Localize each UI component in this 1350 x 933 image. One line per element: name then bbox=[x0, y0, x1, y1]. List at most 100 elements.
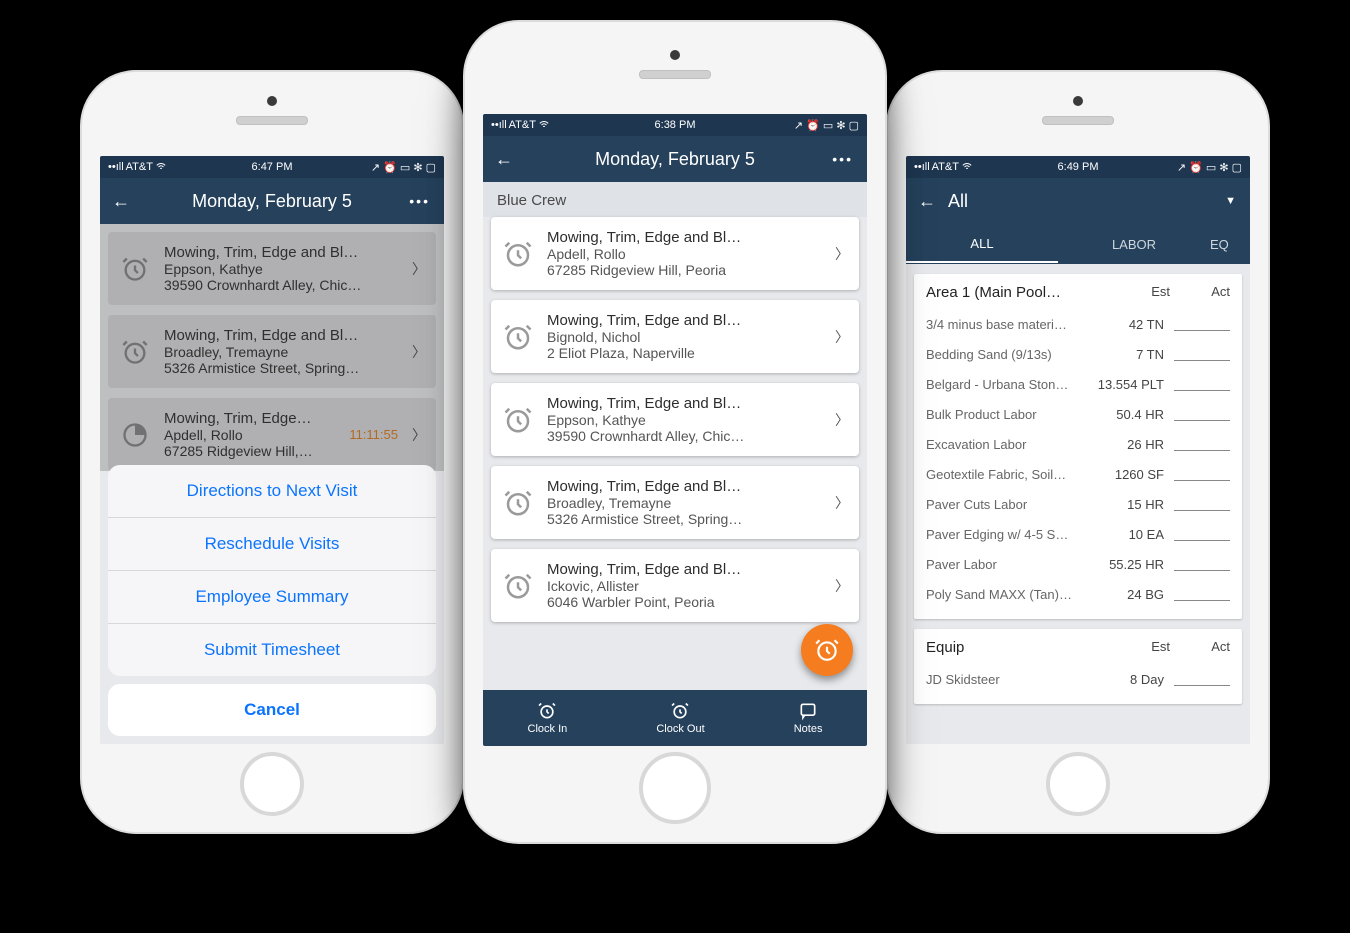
bottombar-notes-label: Notes bbox=[794, 723, 823, 735]
sheet-directions[interactable]: Directions to Next Visit bbox=[108, 465, 436, 518]
estimates-scroll[interactable]: Area 1 (Main Pool… Est Act 3/4 minus bas… bbox=[906, 264, 1250, 714]
back-icon[interactable]: ← bbox=[495, 149, 513, 170]
nav-header: ← Monday, February 5 ••• bbox=[483, 136, 867, 182]
screen: ••ıll AT&T 6:38 PM ↗ ⏰ ▭ ✻ ▢ ← Monday, F… bbox=[483, 114, 867, 746]
alarm-icon bbox=[501, 488, 535, 518]
estimate-row[interactable]: Excavation Labor26 HR bbox=[926, 429, 1230, 459]
estimate-row[interactable]: Paver Cuts Labor15 HR bbox=[926, 489, 1230, 519]
chevron-right-icon: 〉 bbox=[835, 244, 851, 264]
speaker-slot bbox=[1042, 116, 1114, 125]
home-button[interactable] bbox=[1046, 752, 1110, 816]
tab-bar: ALL LABOR EQ bbox=[906, 224, 1250, 264]
item-act-input[interactable] bbox=[1174, 408, 1230, 421]
item-act-input[interactable] bbox=[1174, 348, 1230, 361]
item-est: 10 EA bbox=[1090, 527, 1164, 542]
sheet-reschedule[interactable]: Reschedule Visits bbox=[108, 518, 436, 571]
job-card[interactable]: Mowing, Trim, Edge and Bl…Broadley, Trem… bbox=[491, 466, 859, 539]
item-act-input[interactable] bbox=[1174, 528, 1230, 541]
more-icon[interactable]: ••• bbox=[409, 193, 430, 209]
estimate-row[interactable]: 3/4 minus base materi…42 TN bbox=[926, 309, 1230, 339]
estimate-row[interactable]: Paver Labor55.25 HR bbox=[926, 549, 1230, 579]
job-card[interactable]: Mowing, Trim, Edge and Bl…Eppson, Kathye… bbox=[491, 383, 859, 456]
col-act: Act bbox=[1170, 639, 1230, 656]
dropdown-caret-icon[interactable]: ▼ bbox=[1225, 195, 1236, 207]
item-act-input[interactable] bbox=[1174, 498, 1230, 511]
job-list[interactable]: Mowing, Trim, Edge and Bl…Apdell, Rollo6… bbox=[483, 217, 867, 622]
estimate-row[interactable]: Poly Sand MAXX (Tan)…24 BG bbox=[926, 579, 1230, 609]
item-act-input[interactable] bbox=[1174, 558, 1230, 571]
more-icon[interactable]: ••• bbox=[832, 151, 853, 167]
tab-equipment[interactable]: EQ bbox=[1210, 227, 1250, 262]
bottombar-notes[interactable]: Notes bbox=[794, 701, 823, 735]
screen: ••ıll AT&T 6:47 PM ↗ ⏰ ▭ ✻ ▢ ← Monday, F… bbox=[100, 156, 444, 744]
item-est: 8 Day bbox=[1090, 672, 1164, 687]
alarm-icon bbox=[501, 322, 535, 352]
tab-labor[interactable]: LABOR bbox=[1058, 227, 1210, 262]
bottom-bar: Clock In Clock Out Notes bbox=[483, 690, 867, 746]
item-act-input[interactable] bbox=[1174, 588, 1230, 601]
home-button[interactable] bbox=[639, 752, 711, 824]
nav-header: ← All ▼ bbox=[906, 178, 1250, 224]
job-title: Mowing, Trim, Edge and Bl… bbox=[547, 395, 823, 412]
sheet-cancel[interactable]: Cancel bbox=[108, 684, 436, 736]
camera-dot bbox=[670, 50, 680, 60]
wifi-icon bbox=[961, 162, 973, 172]
job-card[interactable]: Mowing, Trim, Edge and Bl…Bignold, Nicho… bbox=[491, 300, 859, 373]
fab-clock[interactable] bbox=[801, 624, 853, 676]
status-indicators: ↗ ⏰ ▭ ✻ ▢ bbox=[371, 161, 436, 174]
tab-all[interactable]: ALL bbox=[906, 226, 1058, 263]
job-title: Mowing, Trim, Edge and Bl… bbox=[547, 229, 823, 246]
job-address: 67285 Ridgeview Hill, Peoria bbox=[547, 262, 823, 278]
item-name: JD Skidsteer bbox=[926, 672, 1090, 687]
estimate-row[interactable]: JD Skidsteer8 Day bbox=[926, 664, 1230, 694]
estimate-row[interactable]: Belgard - Urbana Ston…13.554 PLT bbox=[926, 369, 1230, 399]
chevron-right-icon: 〉 bbox=[835, 410, 851, 430]
job-address: 39590 Crownhardt Alley, Chic… bbox=[547, 428, 823, 444]
alarm-icon bbox=[501, 571, 535, 601]
col-est: Est bbox=[1110, 284, 1170, 301]
item-act-input[interactable] bbox=[1174, 438, 1230, 451]
camera-dot bbox=[1073, 96, 1083, 106]
alarm-icon bbox=[501, 239, 535, 269]
item-est: 15 HR bbox=[1090, 497, 1164, 512]
alarm-icon bbox=[501, 405, 535, 435]
job-card[interactable]: Mowing, Trim, Edge and Bl…Apdell, Rollo6… bbox=[491, 217, 859, 290]
item-act-input[interactable] bbox=[1174, 318, 1230, 331]
item-act-input[interactable] bbox=[1174, 468, 1230, 481]
sheet-submit-timesheet[interactable]: Submit Timesheet bbox=[108, 624, 436, 676]
wifi-icon bbox=[155, 162, 167, 172]
estimate-row[interactable]: Bulk Product Labor50.4 HR bbox=[926, 399, 1230, 429]
alarm-icon bbox=[537, 701, 557, 721]
back-icon[interactable]: ← bbox=[112, 191, 130, 212]
group-equip: Equip Est Act JD Skidsteer8 Day bbox=[914, 629, 1242, 704]
item-act-input[interactable] bbox=[1174, 378, 1230, 391]
job-title: Mowing, Trim, Edge and Bl… bbox=[547, 561, 823, 578]
estimate-row[interactable]: Bedding Sand (9/13s)7 TN bbox=[926, 339, 1230, 369]
estimate-row[interactable]: Geotextile Fabric, Soil…1260 SF bbox=[926, 459, 1230, 489]
item-est: 50.4 HR bbox=[1090, 407, 1164, 422]
job-address: 6046 Warbler Point, Peoria bbox=[547, 594, 823, 610]
job-customer: Eppson, Kathye bbox=[547, 412, 823, 428]
nav-header: ← Monday, February 5 ••• bbox=[100, 178, 444, 224]
notes-icon bbox=[798, 701, 818, 721]
job-customer: Ickovic, Allister bbox=[547, 578, 823, 594]
item-act-input[interactable] bbox=[1174, 673, 1230, 686]
phone-actionsheet: ••ıll AT&T 6:47 PM ↗ ⏰ ▭ ✻ ▢ ← Monday, F… bbox=[80, 70, 464, 834]
home-button[interactable] bbox=[240, 752, 304, 816]
job-card[interactable]: Mowing, Trim, Edge and Bl…Ickovic, Allis… bbox=[491, 549, 859, 622]
col-act: Act bbox=[1170, 284, 1230, 301]
job-list-dimmed: Mowing, Trim, Edge and Bl… Eppson, Kathy… bbox=[100, 224, 444, 471]
item-name: 3/4 minus base materi… bbox=[926, 317, 1090, 332]
camera-dot bbox=[267, 96, 277, 106]
back-icon[interactable]: ← bbox=[918, 191, 936, 212]
action-sheet: Directions to Next Visit Reschedule Visi… bbox=[108, 465, 436, 736]
sheet-employee-summary[interactable]: Employee Summary bbox=[108, 571, 436, 624]
job-customer: Bignold, Nichol bbox=[547, 329, 823, 345]
bottombar-clockin[interactable]: Clock In bbox=[528, 701, 568, 735]
estimate-row[interactable]: Paver Edging w/ 4-5 S…10 EA bbox=[926, 519, 1230, 549]
phone-estimates: ••ıll AT&T 6:49 PM ↗ ⏰ ▭ ✻ ▢ ← All ▼ ALL… bbox=[886, 70, 1270, 834]
bottombar-clockout[interactable]: Clock Out bbox=[656, 701, 704, 735]
modal-scrim[interactable] bbox=[100, 224, 444, 471]
carrier-label: AT&T bbox=[126, 161, 153, 173]
col-est: Est bbox=[1110, 639, 1170, 656]
